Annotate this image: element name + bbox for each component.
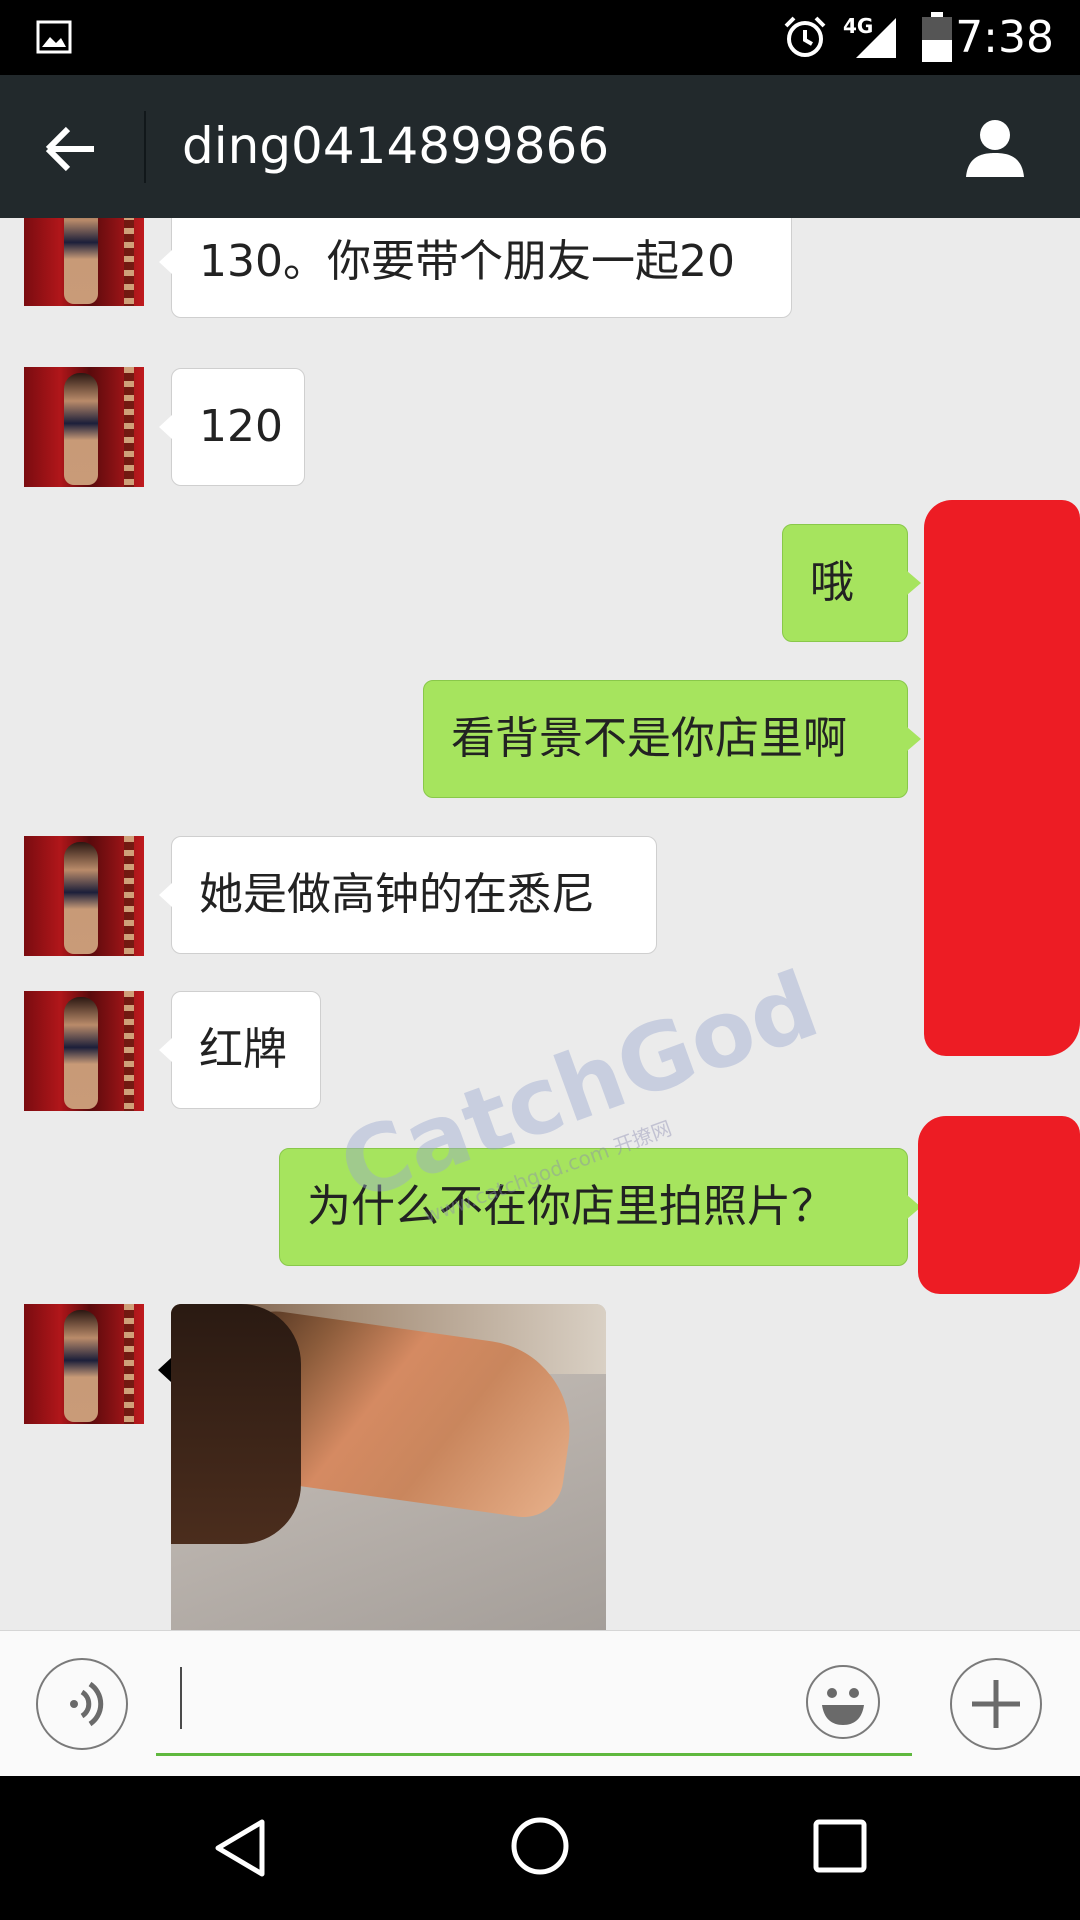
contact-avatar[interactable]	[24, 1304, 144, 1424]
message-text: 看背景不是你店里啊	[451, 713, 847, 764]
message-text: 哦	[810, 557, 854, 608]
incoming-message[interactable]: 130。你要带个朋友一起20	[159, 218, 792, 318]
contact-avatar[interactable]	[24, 991, 144, 1111]
status-bar: 4G 7:38	[0, 0, 1080, 75]
nav-back-button[interactable]	[210, 1816, 270, 1880]
message-list[interactable]: 130。你要带个朋友一起20 120 哦 看背景不是你店里啊 她是做高钟的在悉尼…	[0, 218, 1080, 1630]
emoji-button[interactable]	[806, 1665, 880, 1739]
image-message[interactable]	[171, 1304, 606, 1630]
plus-icon	[972, 1680, 1020, 1728]
contact-avatar[interactable]	[24, 367, 144, 487]
nav-recents-button[interactable]	[812, 1818, 868, 1874]
header-divider	[144, 111, 146, 183]
back-button[interactable]	[40, 119, 100, 179]
outgoing-message[interactable]: 为什么不在你店里拍照片？	[279, 1148, 921, 1266]
arrow-left-icon	[45, 126, 94, 172]
message-input[interactable]	[156, 1649, 912, 1756]
input-bar	[0, 1630, 1080, 1777]
message-text: 120	[199, 401, 283, 452]
smiley-icon	[822, 1688, 864, 1725]
message-text: 红牌	[199, 1024, 287, 1075]
clock: 7:38	[955, 12, 1054, 63]
recents-square-icon	[813, 1819, 867, 1873]
signal-icon	[852, 16, 898, 60]
voice-icon	[70, 1681, 104, 1727]
redacted-avatar	[918, 1116, 1080, 1294]
profile-button[interactable]	[962, 115, 1028, 181]
battery-icon	[922, 12, 952, 62]
voice-button[interactable]	[36, 1658, 128, 1750]
contact-avatar[interactable]	[24, 218, 144, 306]
incoming-message[interactable]: 120	[159, 368, 305, 486]
incoming-message[interactable]: 红牌	[159, 991, 321, 1109]
message-text: 她是做高钟的在悉尼	[199, 869, 595, 920]
text-cursor	[180, 1667, 182, 1729]
outgoing-message[interactable]: 看背景不是你店里啊	[423, 680, 921, 798]
home-circle-icon	[511, 1817, 569, 1875]
chat-title: ding0414899866	[182, 117, 610, 175]
image-icon	[36, 20, 72, 54]
person-icon	[966, 120, 1024, 177]
incoming-message[interactable]: 她是做高钟的在悉尼	[159, 836, 657, 954]
alarm-icon	[782, 14, 828, 60]
chat-header: ding0414899866	[0, 75, 1080, 218]
contact-avatar[interactable]	[24, 836, 144, 956]
outgoing-message[interactable]: 哦	[782, 524, 921, 642]
message-text: 为什么不在你店里拍照片？	[307, 1181, 835, 1232]
system-nav-bar	[0, 1776, 1080, 1920]
back-triangle-icon	[215, 1819, 265, 1877]
message-text: 130。你要带个朋友一起20	[199, 236, 735, 287]
plus-button[interactable]	[950, 1658, 1042, 1750]
nav-home-button[interactable]	[508, 1814, 572, 1878]
redacted-avatar	[924, 500, 1080, 1056]
image-bubble-tail	[158, 1358, 171, 1382]
